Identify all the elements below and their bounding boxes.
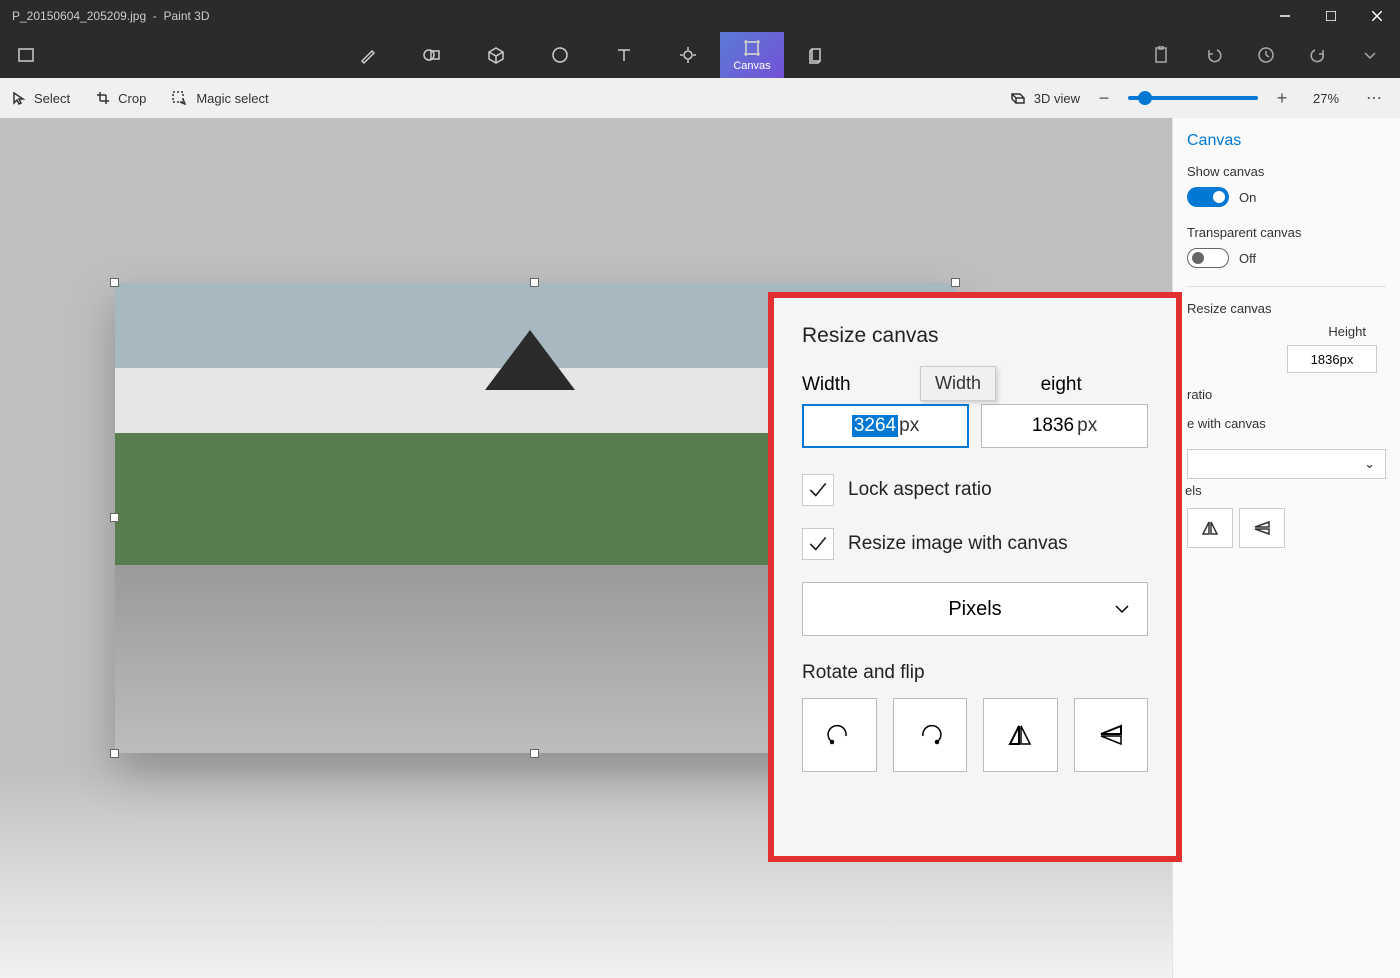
panel-flip-h-button[interactable] bbox=[1187, 508, 1233, 548]
history-button[interactable] bbox=[1244, 32, 1288, 78]
show-canvas-toggle[interactable] bbox=[1187, 187, 1229, 207]
flip-horizontal-button[interactable] bbox=[983, 698, 1058, 772]
zoom-in-button[interactable]: + bbox=[1272, 88, 1292, 109]
undo-button[interactable] bbox=[1192, 32, 1236, 78]
window-title: P_20150604_205209.jpg - Paint 3D bbox=[12, 9, 1262, 23]
transparent-canvas-toggle[interactable] bbox=[1187, 248, 1229, 268]
stickers-icon bbox=[550, 45, 570, 65]
maximize-button[interactable] bbox=[1308, 0, 1354, 32]
popup-width-value: 3264 bbox=[852, 415, 898, 437]
toggle-on-label: On bbox=[1239, 190, 1256, 205]
panel-title: Canvas bbox=[1187, 132, 1386, 150]
toggle-off-label: Off bbox=[1239, 251, 1256, 266]
expand-button[interactable] bbox=[1348, 32, 1392, 78]
zoom-out-button[interactable]: − bbox=[1094, 88, 1114, 109]
chevron-down-icon: ⌄ bbox=[1364, 456, 1375, 472]
popup-height-value: 1836 bbox=[1032, 415, 1074, 437]
popup-units-label: Pixels bbox=[948, 598, 1001, 621]
resize-canvas-popup: Resize canvas Width eight Width 3264px 1… bbox=[768, 292, 1182, 862]
resize-with-canvas-label: Resize image with canvas bbox=[848, 533, 1068, 555]
resize-with-canvas-checkbox[interactable] bbox=[802, 528, 834, 560]
panel-units-select[interactable]: Pixels ⌄ bbox=[1187, 449, 1386, 479]
popup-title: Resize canvas bbox=[802, 324, 1148, 348]
resize-handle[interactable] bbox=[110, 278, 119, 287]
menu-button[interactable] bbox=[8, 48, 44, 62]
panel-height-label: Height bbox=[1328, 324, 1366, 339]
panel-lock-partial: ratio bbox=[1187, 387, 1386, 402]
flip-vertical-button[interactable] bbox=[1074, 698, 1149, 772]
tab-stickers[interactable] bbox=[528, 32, 592, 78]
panel-resize-partial: e with canvas bbox=[1187, 416, 1386, 431]
shapes-3d-icon bbox=[486, 45, 506, 65]
tab-effects[interactable] bbox=[656, 32, 720, 78]
select-label: Select bbox=[34, 91, 70, 106]
popup-units-select[interactable]: Pixels bbox=[802, 582, 1148, 636]
tab-2d-shapes[interactable] bbox=[400, 32, 464, 78]
zoom-slider[interactable] bbox=[1128, 96, 1258, 100]
lock-aspect-checkbox[interactable] bbox=[802, 474, 834, 506]
library-icon bbox=[806, 45, 826, 65]
rotate-flip-label: Rotate and flip bbox=[802, 662, 1148, 684]
crop-tool[interactable]: Crop bbox=[96, 91, 146, 106]
panel-units-partial: els bbox=[1185, 483, 1386, 498]
close-button[interactable] bbox=[1354, 0, 1400, 32]
magic-select-label: Magic select bbox=[196, 91, 268, 106]
resize-handle[interactable] bbox=[530, 749, 539, 758]
shapes-2d-icon bbox=[422, 45, 442, 65]
minimize-button[interactable] bbox=[1262, 0, 1308, 32]
redo-button[interactable] bbox=[1296, 32, 1340, 78]
select-tool[interactable]: Select bbox=[12, 91, 70, 106]
popup-width-input[interactable]: 3264px bbox=[802, 404, 969, 448]
resize-canvas-label: Resize canvas bbox=[1187, 301, 1386, 316]
crop-label: Crop bbox=[118, 91, 146, 106]
magic-select-tool[interactable]: Magic select bbox=[172, 91, 268, 106]
transparent-canvas-label: Transparent canvas bbox=[1187, 225, 1386, 240]
panel-height-input[interactable] bbox=[1287, 345, 1377, 373]
brush-icon bbox=[358, 45, 378, 65]
width-tooltip: Width bbox=[920, 366, 996, 401]
tab-canvas[interactable]: Canvas bbox=[720, 32, 784, 78]
popup-height-input[interactable]: 1836px bbox=[981, 404, 1148, 448]
secondary-toolbar: Select Crop Magic select 3D view − + 27%… bbox=[0, 78, 1400, 118]
tab-3d-library[interactable] bbox=[784, 32, 848, 78]
text-icon bbox=[614, 45, 634, 65]
tab-3d-shapes[interactable] bbox=[464, 32, 528, 78]
ribbon: Canvas bbox=[0, 32, 1400, 78]
tab-canvas-label: Canvas bbox=[733, 60, 770, 72]
resize-handle[interactable] bbox=[110, 513, 119, 522]
3d-view-label: 3D view bbox=[1034, 91, 1080, 106]
show-canvas-label: Show canvas bbox=[1187, 164, 1386, 179]
canvas-icon bbox=[742, 38, 762, 58]
resize-handle[interactable] bbox=[951, 278, 960, 287]
tab-brushes[interactable] bbox=[336, 32, 400, 78]
canvas-panel: Canvas Show canvas On Transparent canvas… bbox=[1172, 118, 1400, 978]
popup-height-label: eight bbox=[1041, 374, 1082, 396]
chevron-down-icon bbox=[1113, 598, 1131, 621]
titlebar: P_20150604_205209.jpg - Paint 3D bbox=[0, 0, 1400, 32]
lock-aspect-label: Lock aspect ratio bbox=[848, 479, 992, 501]
effects-icon bbox=[678, 45, 698, 65]
tab-text[interactable] bbox=[592, 32, 656, 78]
more-options-button[interactable]: ⋯ bbox=[1360, 88, 1388, 108]
3d-view-button[interactable]: 3D view bbox=[1010, 91, 1080, 106]
zoom-percent: 27% bbox=[1306, 91, 1346, 106]
resize-handle[interactable] bbox=[530, 278, 539, 287]
resize-handle[interactable] bbox=[110, 749, 119, 758]
rotate-ccw-button[interactable] bbox=[802, 698, 877, 772]
rotate-cw-button[interactable] bbox=[893, 698, 968, 772]
panel-flip-v-button[interactable] bbox=[1239, 508, 1285, 548]
paste-button[interactable] bbox=[1140, 32, 1184, 78]
popup-width-label: Width bbox=[802, 374, 851, 396]
